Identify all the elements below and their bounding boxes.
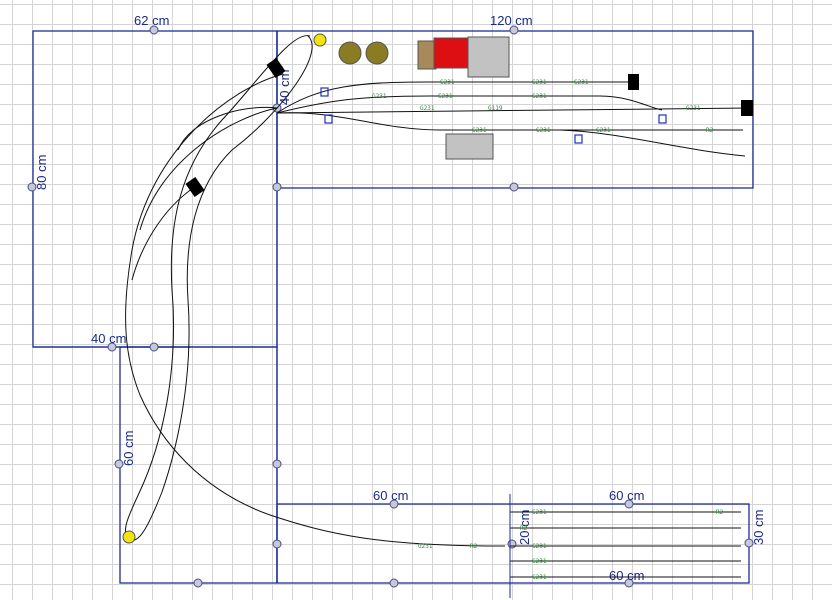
dim-corner: 40 cm (91, 331, 126, 346)
board-lower-left[interactable] (119, 346, 278, 584)
ramp-end-top[interactable] (313, 33, 327, 47)
track-code: G231 (686, 105, 701, 112)
track-plan: 62 cm 120 cm 80 cm 40 cm 40 cm 60 cm 60 … (27, 13, 766, 598)
building-platform[interactable] (445, 133, 494, 160)
track-code: G231 (440, 79, 455, 86)
ramp-end-bottom[interactable] (122, 530, 136, 544)
board-top-left[interactable] (32, 30, 278, 348)
track-code: G231 (596, 127, 611, 134)
handle[interactable] (389, 578, 399, 588)
tank-2[interactable] (365, 41, 389, 65)
track-code-labels: G231 G231 G231 G231 G231 G231 G231 G119 … (372, 79, 724, 581)
track-code: G119 (488, 105, 503, 112)
handle[interactable] (272, 182, 282, 192)
track-code: G231 (372, 93, 387, 100)
dim-top-left: 62 cm (134, 13, 169, 28)
dim-right-small-b: 30 cm (751, 510, 766, 545)
handle[interactable] (272, 459, 282, 469)
lamp-signal-icon[interactable] (658, 114, 667, 124)
dim-left-height: 80 cm (34, 155, 49, 190)
track-code: G231 (532, 558, 547, 565)
handle[interactable] (149, 342, 159, 352)
layout-canvas[interactable]: 62 cm 120 cm 80 cm 40 cm 40 cm 60 cm 60 … (0, 0, 832, 600)
track-code: G231 (472, 127, 487, 134)
handle[interactable] (507, 539, 517, 549)
signals[interactable] (185, 58, 753, 197)
handle[interactable] (193, 578, 203, 588)
track-code: G231 (532, 79, 547, 86)
track-code: R2 (706, 127, 714, 134)
ramp-ends[interactable] (122, 33, 327, 544)
track-code: R2 (470, 543, 478, 550)
handle[interactable] (509, 182, 519, 192)
dimension-labels: 62 cm 120 cm 80 cm 40 cm 40 cm 60 cm 60 … (34, 13, 766, 583)
track-code: G231 (532, 543, 547, 550)
track-code: G231 (574, 79, 589, 86)
track-code: R2 (716, 509, 724, 516)
track-code: G231 (418, 543, 433, 550)
dim-lower-left: 60 cm (121, 431, 136, 466)
lamp-signal-icon[interactable] (324, 114, 333, 124)
top-tracks[interactable] (276, 81, 749, 157)
dim-bottom-c: 60 cm (609, 568, 644, 583)
dim-bottom-a: 60 cm (373, 488, 408, 503)
buffer-stop[interactable] (628, 74, 639, 90)
tank-1[interactable] (338, 41, 362, 65)
track-code: R2 (520, 525, 528, 532)
handle[interactable] (272, 539, 282, 549)
track-code: G231 (532, 93, 547, 100)
building-shed[interactable] (417, 40, 437, 70)
building-station[interactable] (433, 37, 469, 69)
buffer-stop[interactable] (741, 100, 753, 116)
track-code: G231 (532, 509, 547, 516)
lamp-signal-icon[interactable] (574, 134, 583, 144)
track-code: G231 (536, 127, 551, 134)
track-code: G231 (532, 574, 547, 581)
signal-block[interactable] (185, 177, 205, 197)
building-warehouse[interactable] (467, 36, 510, 78)
track-code: G231 (420, 105, 435, 112)
track-code: G231 (438, 93, 453, 100)
dim-top-right: 120 cm (490, 13, 533, 28)
dim-bottom-b: 60 cm (609, 488, 644, 503)
